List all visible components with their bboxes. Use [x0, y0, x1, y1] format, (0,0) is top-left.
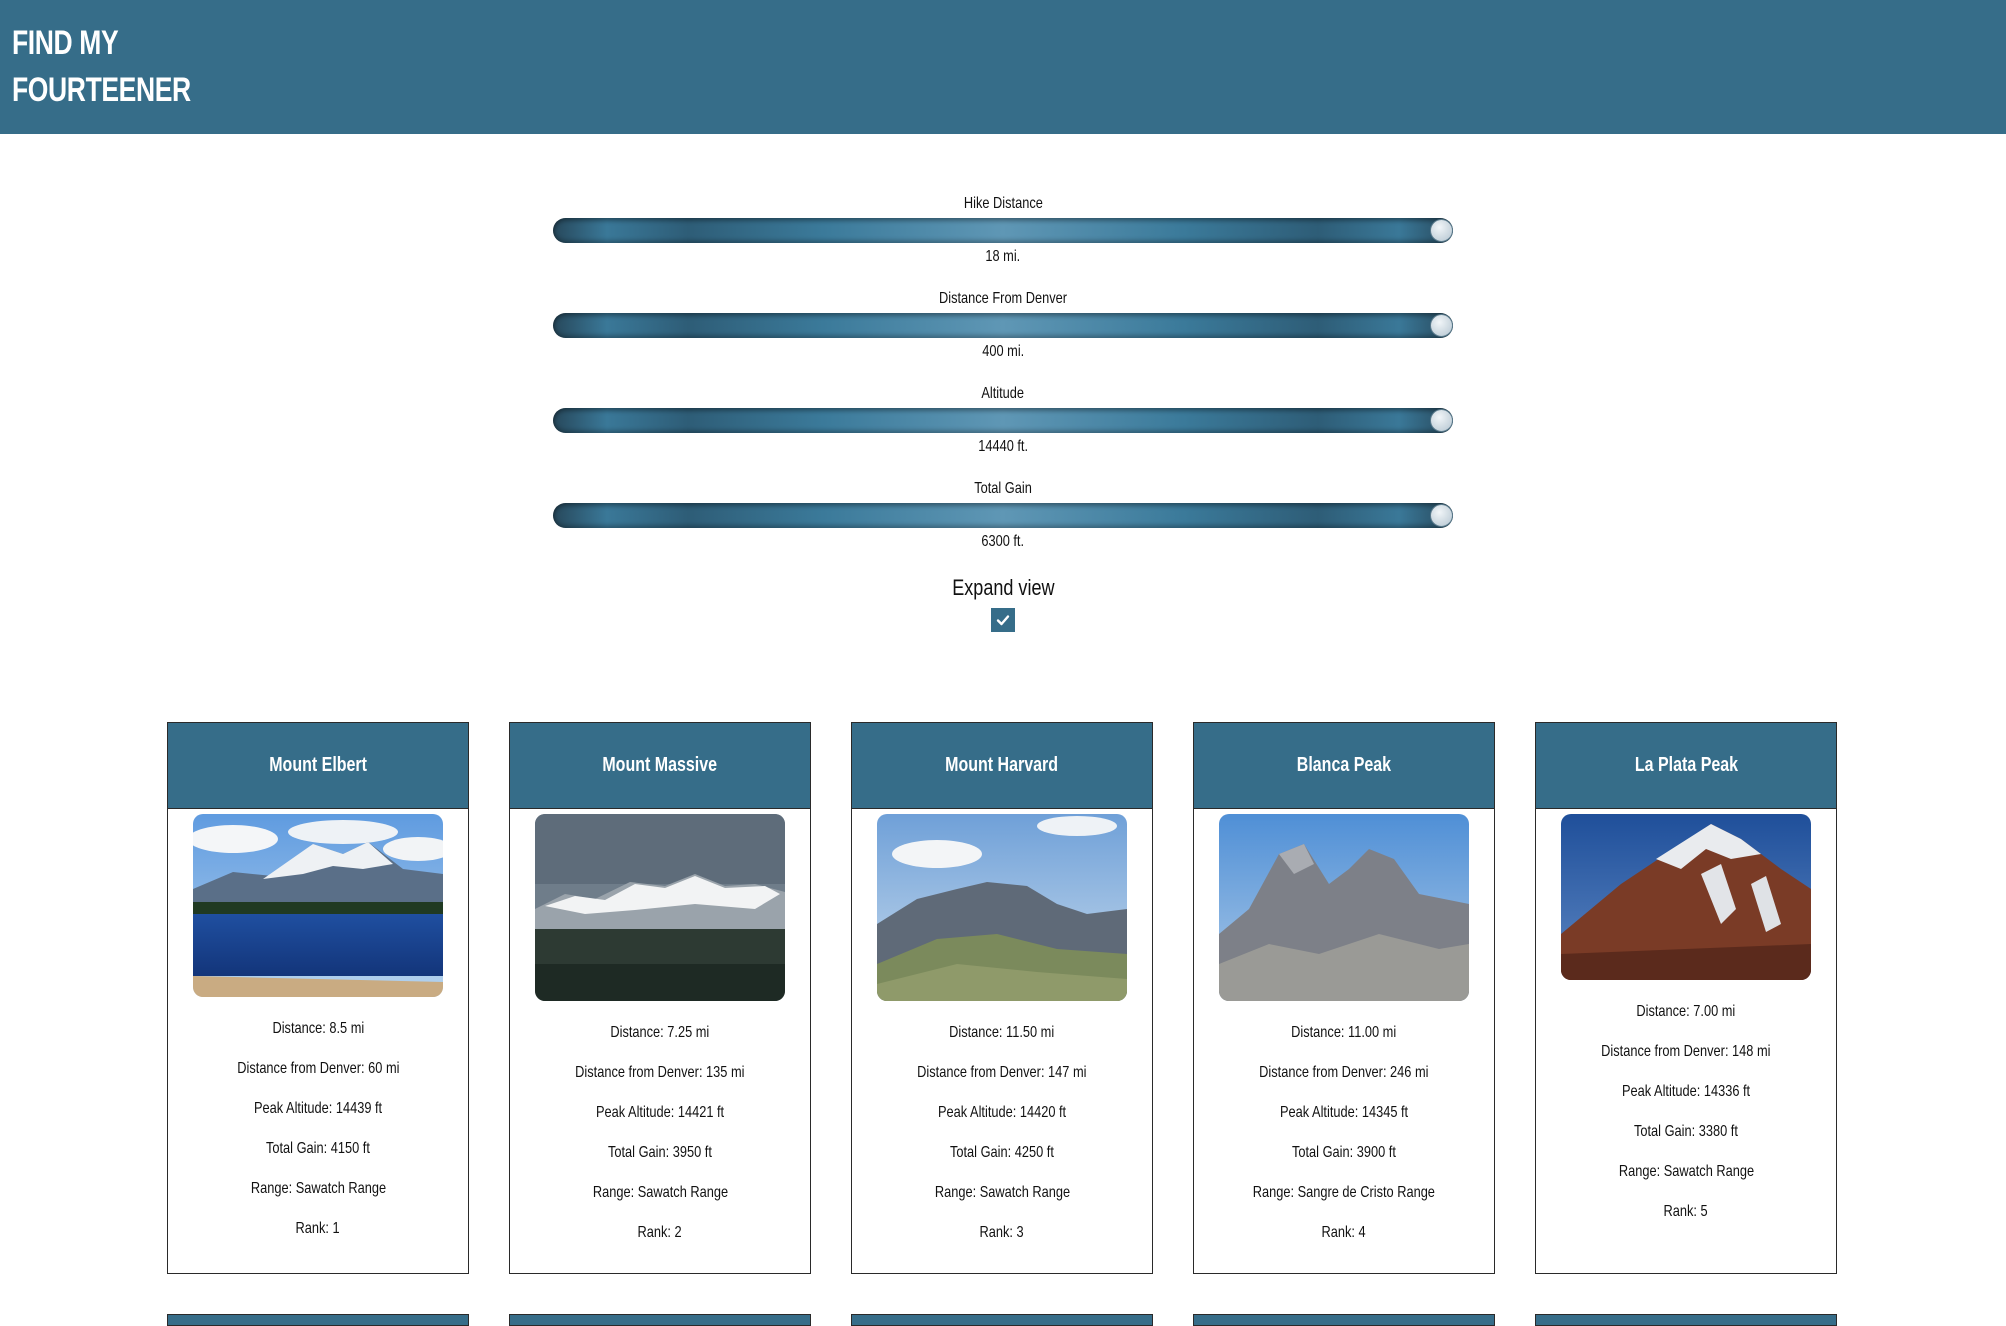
peak-range: Range: Sawatch Range: [1618, 1163, 1754, 1180]
peak-name: Blanca Peak: [1296, 754, 1392, 776]
altitude-slider-thumb[interactable]: [1430, 409, 1453, 432]
peak-card[interactable]: La Plata Peak Distance: 7.00 mi Distance…: [1535, 722, 1837, 1274]
expand-view-checkbox[interactable]: [991, 608, 1015, 632]
peak-card-header: Mount Harvard: [852, 723, 1152, 809]
expand-view-toggle: Expand view: [553, 574, 1453, 632]
peak-card-partial[interactable]: [167, 1314, 469, 1326]
peak-rank: Rank: 5: [1663, 1203, 1709, 1220]
app-title: FIND MY FOURTEENER: [12, 20, 191, 114]
app-title-line2: FOURTEENER: [12, 71, 191, 109]
peak-range: Range: Sangre de Cristo Range: [1252, 1184, 1436, 1201]
hike-distance-slider[interactable]: [553, 218, 1453, 243]
peak-details: Distance: 11.00 mi Distance from Denver:…: [1194, 1001, 1494, 1263]
total-gain-slider-thumb[interactable]: [1430, 504, 1453, 527]
peak-altitude: Peak Altitude: 14439 ft: [253, 1100, 383, 1117]
peak-name: Mount Harvard: [945, 754, 1059, 776]
peak-card-partial[interactable]: [851, 1314, 1153, 1326]
filter-controls: Hike Distance 18 mi. Distance From Denve…: [553, 134, 1453, 632]
peak-card-header: Mount Elbert: [168, 723, 468, 809]
hike-distance-value: 18 mi.: [985, 248, 1021, 265]
peak-card-list: Mount Elbert Distance: 8.5 mi Distance f…: [167, 722, 1837, 1274]
peak-details: Distance: 7.00 mi Distance from Denver: …: [1536, 980, 1836, 1242]
distance-from-denver-slider-thumb[interactable]: [1430, 314, 1453, 337]
peak-distance: Distance: 8.5 mi: [272, 1020, 364, 1037]
peak-rank: Rank: 2: [637, 1224, 683, 1241]
peak-card-header: La Plata Peak: [1536, 723, 1836, 809]
next-card-row: [167, 1314, 1837, 1326]
peak-total-gain: Total Gain: 3380 ft: [1634, 1123, 1738, 1140]
total-gain-slider-group: Total Gain 6300 ft.: [553, 479, 1453, 552]
expand-view-label: Expand view: [951, 575, 1055, 600]
peak-range: Range: Sawatch Range: [934, 1184, 1070, 1201]
peak-distance: Distance: 11.50 mi: [949, 1024, 1055, 1041]
peak-range: Range: Sawatch Range: [592, 1184, 728, 1201]
altitude-value: 14440 ft.: [978, 438, 1028, 455]
peak-details: Distance: 8.5 mi Distance from Denver: 6…: [168, 997, 468, 1259]
peak-details: Distance: 11.50 mi Distance from Denver:…: [852, 1001, 1152, 1263]
total-gain-label: Total Gain: [974, 480, 1032, 497]
peak-card[interactable]: Blanca Peak Distance: 11.00 mi Distance …: [1193, 722, 1495, 1274]
peak-photo: [1219, 814, 1469, 1001]
peak-distance-from-denver: Distance from Denver: 246 mi: [1259, 1064, 1429, 1081]
peak-distance-from-denver: Distance from Denver: 60 mi: [236, 1060, 400, 1077]
peak-total-gain: Total Gain: 4150 ft: [266, 1140, 370, 1157]
peak-card-header: Blanca Peak: [1194, 723, 1494, 809]
peak-card-partial[interactable]: [509, 1314, 811, 1326]
hike-distance-slider-thumb[interactable]: [1430, 219, 1453, 242]
peak-total-gain: Total Gain: 4250 ft: [950, 1144, 1054, 1161]
peak-total-gain: Total Gain: 3950 ft: [608, 1144, 712, 1161]
peak-altitude: Peak Altitude: 14345 ft: [1279, 1104, 1409, 1121]
altitude-label: Altitude: [981, 385, 1025, 402]
peak-photo: [193, 814, 443, 997]
app-header: FIND MY FOURTEENER: [0, 0, 2006, 134]
hike-distance-slider-group: Hike Distance 18 mi.: [553, 194, 1453, 267]
altitude-slider-group: Altitude 14440 ft.: [553, 384, 1453, 457]
checkmark-icon: [996, 615, 1010, 626]
peak-card-partial[interactable]: [1535, 1314, 1837, 1326]
peak-distance: Distance: 7.00 mi: [1636, 1003, 1736, 1020]
peak-card[interactable]: Mount Harvard Distance: 11.50 mi Distanc…: [851, 722, 1153, 1274]
distance-from-denver-slider[interactable]: [553, 313, 1453, 338]
app-title-line1: FIND MY: [12, 24, 119, 62]
peak-rank: Rank: 1: [295, 1220, 341, 1237]
peak-photo: [877, 814, 1127, 1001]
peak-card[interactable]: Mount Elbert Distance: 8.5 mi Distance f…: [167, 722, 469, 1274]
peak-distance: Distance: 11.00 mi: [1291, 1024, 1397, 1041]
total-gain-value: 6300 ft.: [981, 533, 1025, 550]
peak-card[interactable]: Mount Massive Distance: 7.25 mi Distance…: [509, 722, 811, 1274]
peak-distance: Distance: 7.25 mi: [610, 1024, 710, 1041]
peak-total-gain: Total Gain: 3900 ft: [1292, 1144, 1396, 1161]
peak-name: Mount Elbert: [269, 754, 367, 776]
distance-from-denver-value: 400 mi.: [982, 343, 1024, 360]
peak-card-partial[interactable]: [1193, 1314, 1495, 1326]
peak-details: Distance: 7.25 mi Distance from Denver: …: [510, 1001, 810, 1263]
peak-altitude: Peak Altitude: 14336 ft: [1621, 1083, 1751, 1100]
peak-distance-from-denver: Distance from Denver: 147 mi: [917, 1064, 1087, 1081]
peak-altitude: Peak Altitude: 14421 ft: [595, 1104, 725, 1121]
peak-rank: Rank: 3: [979, 1224, 1025, 1241]
peak-altitude: Peak Altitude: 14420 ft: [937, 1104, 1067, 1121]
peak-range: Range: Sawatch Range: [250, 1180, 386, 1197]
peak-card-header: Mount Massive: [510, 723, 810, 809]
peak-photo: [535, 814, 785, 1001]
peak-name: La Plata Peak: [1634, 754, 1738, 776]
hike-distance-label: Hike Distance: [963, 195, 1043, 212]
distance-from-denver-label: Distance From Denver: [938, 290, 1068, 307]
peak-name: Mount Massive: [602, 754, 718, 776]
peak-distance-from-denver: Distance from Denver: 135 mi: [575, 1064, 745, 1081]
peak-rank: Rank: 4: [1321, 1224, 1367, 1241]
peak-photo: [1561, 814, 1811, 980]
altitude-slider[interactable]: [553, 408, 1453, 433]
peak-distance-from-denver: Distance from Denver: 148 mi: [1601, 1043, 1771, 1060]
total-gain-slider[interactable]: [553, 503, 1453, 528]
distance-from-denver-slider-group: Distance From Denver 400 mi.: [553, 289, 1453, 362]
